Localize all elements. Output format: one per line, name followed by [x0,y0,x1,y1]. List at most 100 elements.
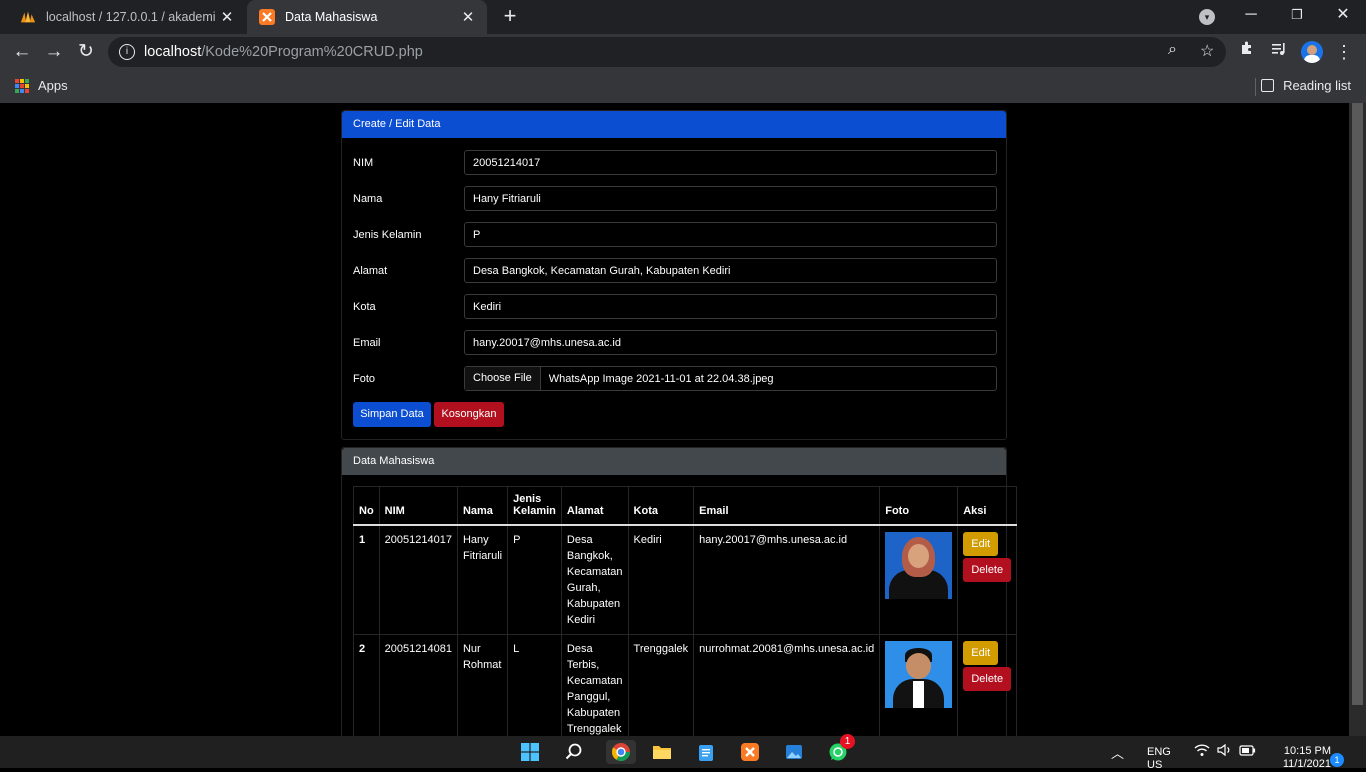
col-foto: Foto [879,486,959,526]
show-hidden-icons-icon[interactable]: ︿ [1111,743,1124,762]
tab-title: Data Mahasiswa [285,10,378,24]
reading-list-label: Reading list [1283,78,1351,93]
tab-title: localhost / 127.0.0.1 / akademik / [46,10,216,24]
data-mahasiswa-card: Data Mahasiswa No NIM Nama Jenis Kelamin … [341,447,1018,736]
close-tab-icon[interactable]: ✕ [457,8,479,26]
tab-search-icon[interactable]: ▾ [1199,9,1215,25]
kosongkan-button[interactable]: Kosongkan [434,402,504,427]
bookmark-star-icon[interactable]: ☆ [1200,41,1214,61]
minimize-icon[interactable]: ─ [1228,0,1274,32]
language-label: ENG [1147,746,1171,758]
whatsapp-icon[interactable]: 1 [826,734,855,764]
col-jenis-kelamin: Jenis Kelamin [507,486,562,526]
form-row-foto: Foto Choose File WhatsApp Image 2021-11-… [353,366,997,391]
cell-alamat-line: Kecamatan [566,675,623,687]
xampp-taskbar-icon[interactable] [738,740,762,764]
simpan-data-button[interactable]: Simpan Data [353,402,431,427]
tab-phpmyadmin[interactable]: localhost / 127.0.0.1 / akademik / ✕ [8,0,246,34]
cell-alamat-line: Bangkok, [566,550,613,562]
divider [1255,78,1256,96]
kota-input[interactable] [464,294,997,319]
notepad-icon[interactable] [694,740,718,764]
language-indicator[interactable]: ENG US [1147,746,1171,772]
forward-icon[interactable]: → [42,40,66,64]
profile-avatar[interactable] [1301,41,1323,63]
search-icon[interactable] [562,740,586,764]
page-scrollbar[interactable] [1349,103,1366,736]
restore-icon[interactable]: ❐ [1274,0,1320,32]
apps-grid-icon [15,78,29,93]
create-edit-card: Create / Edit Data NIM Nama Jenis Kelami… [341,110,1007,440]
nama-input[interactable] [464,186,997,211]
media-control-icon[interactable] [1267,40,1291,64]
site-info-icon[interactable]: i [119,44,135,60]
foto-file-input[interactable]: Choose File WhatsApp Image 2021-11-01 at… [464,366,997,391]
url-path: /Kode%20Program%20CRUD.php [201,44,423,60]
notification-badge[interactable]: 1 [1330,753,1344,767]
cell-alamat-line: Kecamatan [566,566,623,578]
col-jenis-kelamin-line2: Kelamin [513,505,556,517]
form-row-kota: Kota [353,294,997,319]
windows-start-icon[interactable] [518,740,542,764]
email-input[interactable] [464,330,997,355]
zoom-icon[interactable]: ⌕ [1168,41,1177,59]
xampp-icon [259,9,275,25]
browser-chrome: localhost / 127.0.0.1 / akademik / ✕ Dat… [0,0,1366,103]
cell-aksi: Edit Delete [957,634,1018,736]
clock[interactable]: 10:15 PM 11/1/2021 [1271,745,1331,771]
choose-file-button[interactable]: Choose File [465,367,541,390]
col-email: Email [693,486,881,526]
address-bar[interactable]: i localhost/Kode%20Program%20CRUD.php ⌕ … [108,37,1226,67]
whatsapp-badge: 1 [840,734,855,749]
nim-input[interactable] [464,150,997,175]
scrollbar-thumb[interactable] [1352,103,1363,705]
new-tab-button[interactable]: + [497,4,523,30]
cell-no: 2 [353,634,380,736]
chrome-taskbar-icon[interactable] [606,740,636,764]
cell-jenis-kelamin: L [507,634,562,736]
jenis-kelamin-input[interactable] [464,222,997,247]
reading-list-icon [1261,79,1275,92]
col-nim: NIM [378,486,458,526]
alamat-input[interactable] [464,258,997,283]
table-header-row: No NIM Nama Jenis Kelamin Alamat Kota Ema… [353,486,1018,526]
form-row-jenis-kelamin: Jenis Kelamin [353,222,997,247]
clock-date: 11/1/2021 [1282,758,1331,770]
reload-icon[interactable]: ↻ [74,40,98,64]
browser-menu-icon[interactable]: ⋮ [1332,40,1356,64]
table-row: 1 20051214017 Hany Fitriaruli P Desa Bangk… [353,524,1018,635]
tab-data-mahasiswa[interactable]: Data Mahasiswa ✕ [247,0,487,34]
photos-icon[interactable] [782,740,806,764]
data-mahasiswa-header: Data Mahasiswa [342,448,1006,475]
cell-foto [879,634,959,736]
jenis-kelamin-label: Jenis Kelamin [353,228,422,241]
battery-icon[interactable] [1239,745,1256,759]
edit-button[interactable]: Edit [963,532,999,556]
back-icon[interactable]: ← [10,40,34,64]
reading-list-button[interactable]: Reading list [1261,78,1351,93]
student-photo [885,532,953,599]
cell-alamat-line: Kediri [566,614,596,626]
apps-shortcut[interactable]: Apps [15,78,68,93]
cell-nama: Hany Fitriaruli [456,524,509,635]
tab-strip: localhost / 127.0.0.1 / akademik / ✕ Dat… [0,0,1366,34]
alamat-label: Alamat [353,264,388,277]
delete-button[interactable]: Delete [963,667,1012,691]
close-tab-icon[interactable]: ✕ [216,8,238,26]
cell-alamat-line: Gurah, [566,582,601,594]
cell-alamat-line: Desa [566,534,593,546]
volume-icon[interactable] [1217,743,1233,760]
student-photo [885,641,953,708]
extensions-icon[interactable] [1235,40,1259,64]
cell-aksi: Edit Delete [957,524,1018,635]
cell-nama-line: Nur [462,643,481,655]
edit-button[interactable]: Edit [963,641,999,665]
url-host: localhost [144,44,202,60]
file-explorer-icon[interactable] [650,740,674,764]
col-jenis-kelamin-line1: Jenis [513,493,542,505]
delete-button[interactable]: Delete [963,558,1012,582]
close-window-icon[interactable]: ✕ [1320,0,1366,32]
wifi-icon[interactable] [1194,743,1210,760]
nim-label: NIM [353,156,374,169]
language-sub-label: US [1147,759,1163,771]
